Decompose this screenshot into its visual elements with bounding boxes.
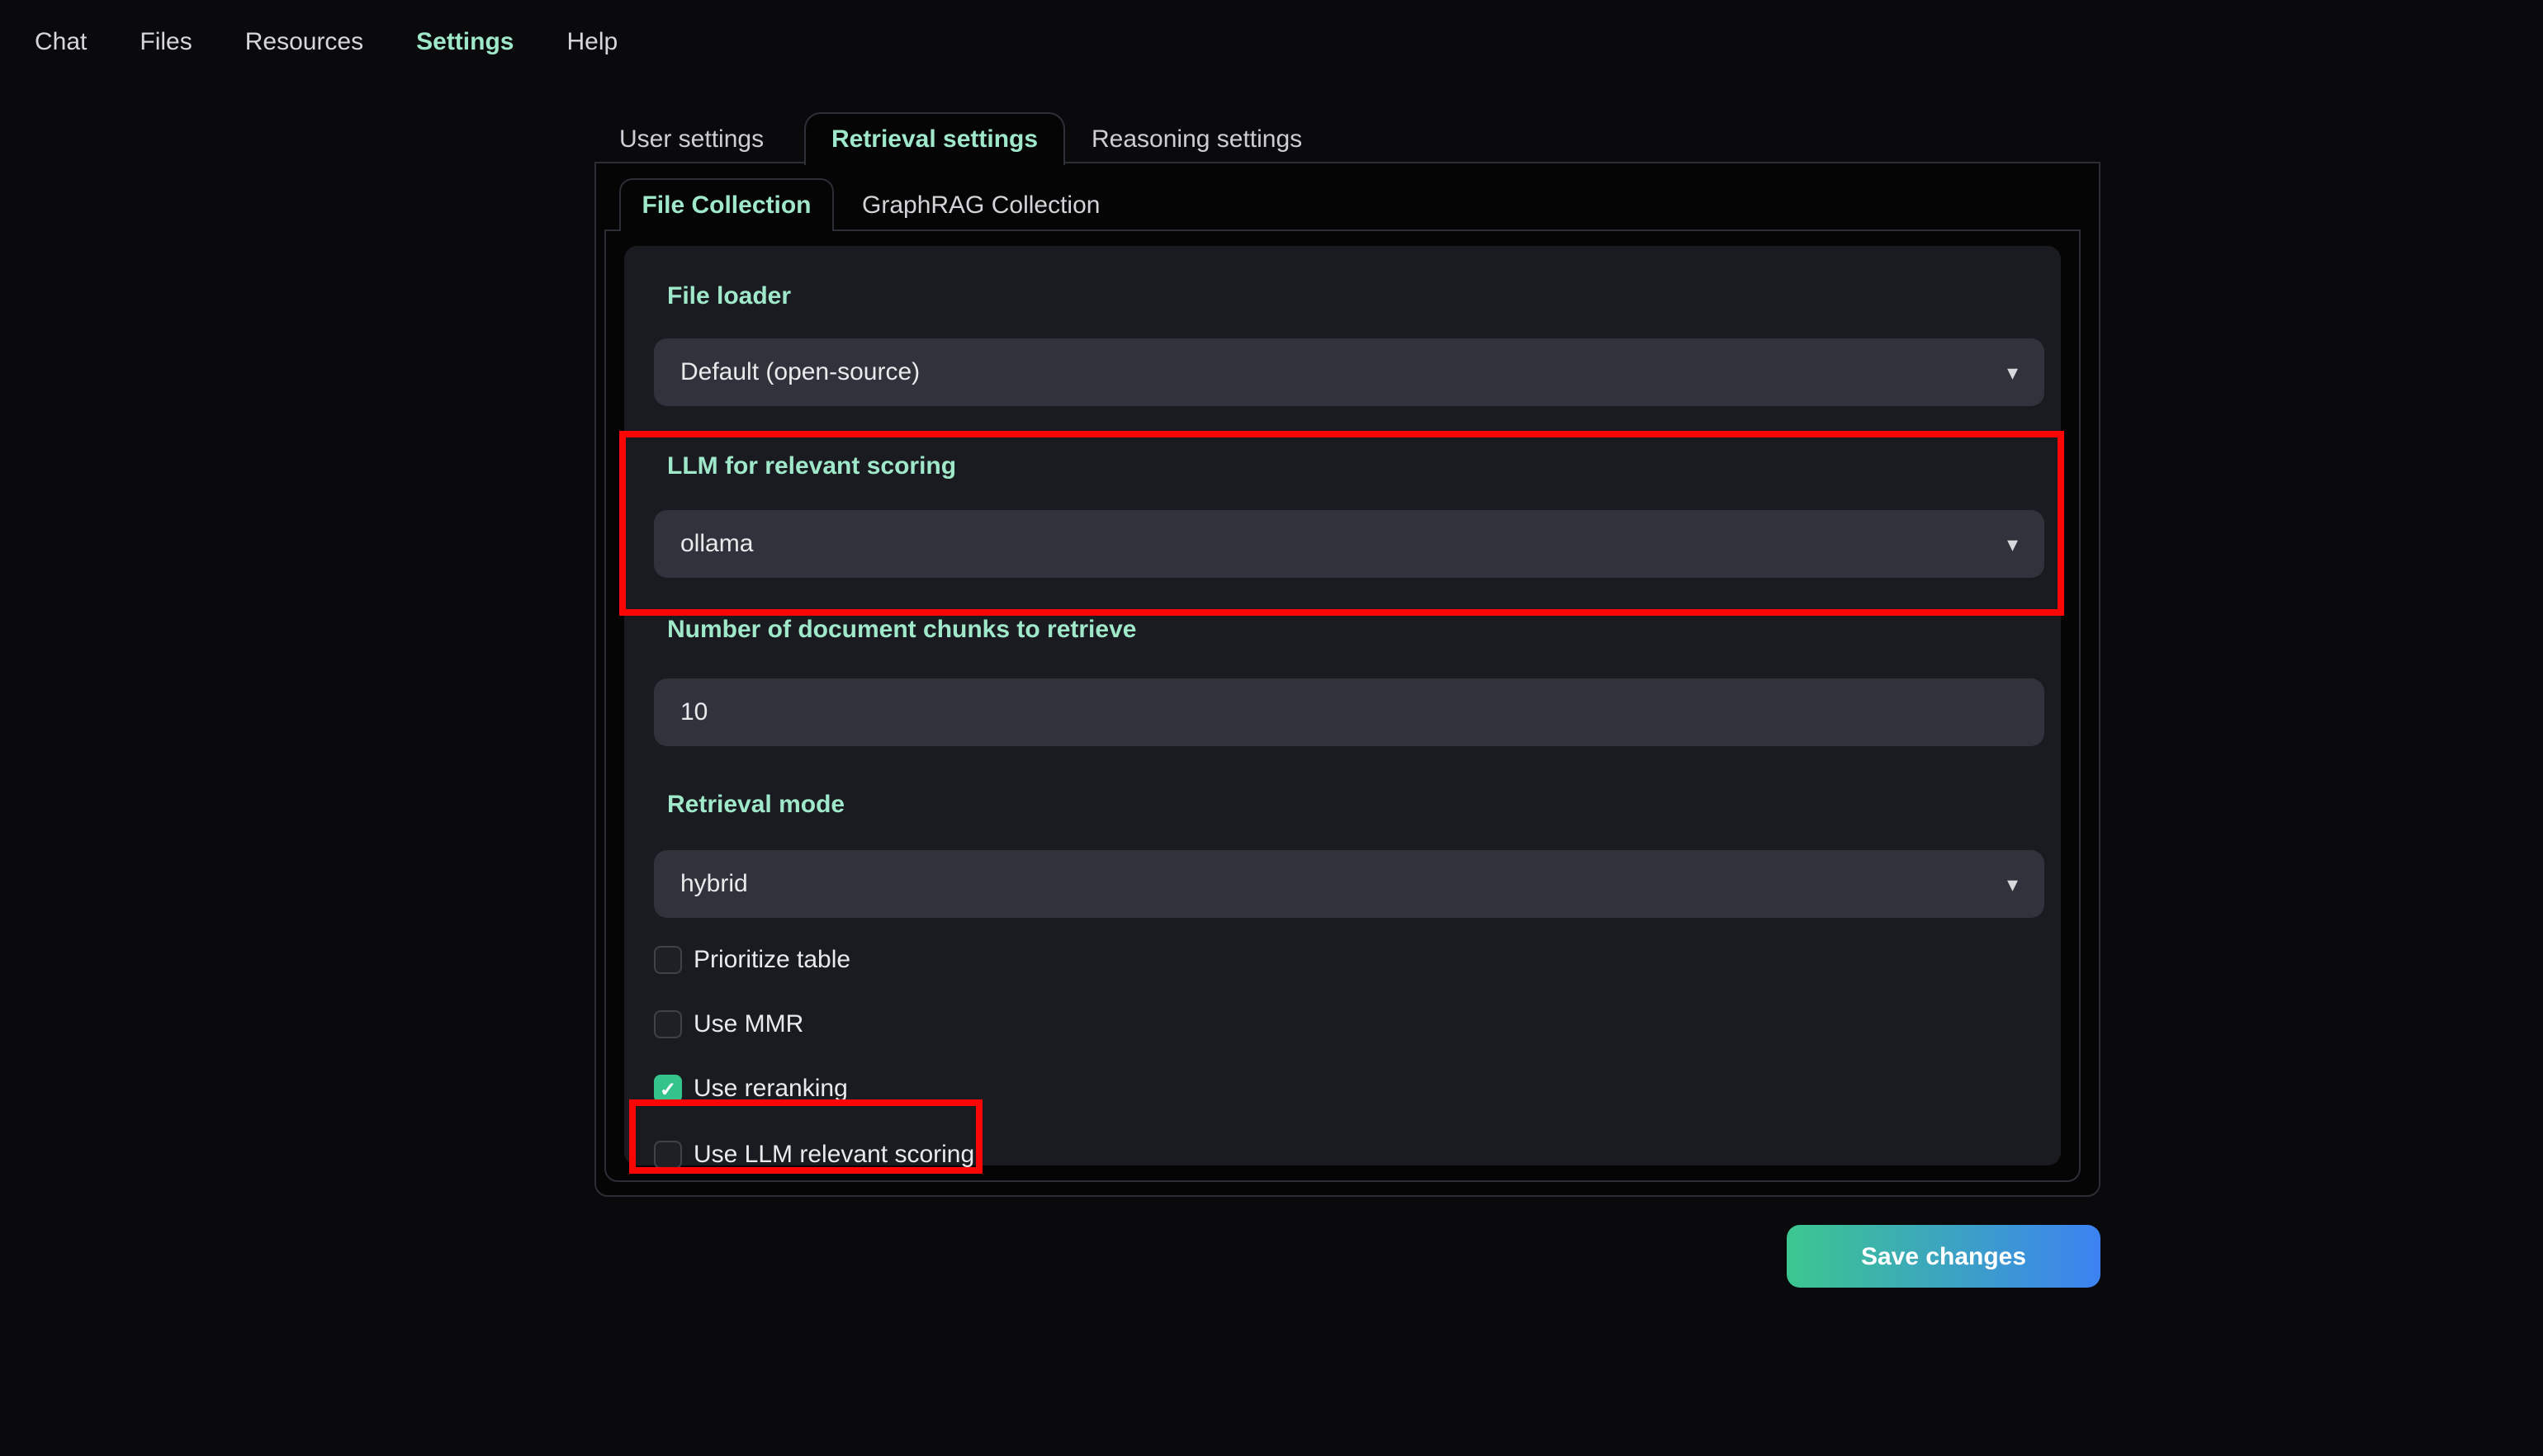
num-chunks-label: Number of document chunks to retrieve (667, 616, 1137, 644)
check-icon: ✓ (659, 1077, 677, 1100)
llm-scoring-dropdown[interactable]: ollama ▾ (654, 510, 2044, 578)
tab-user-settings[interactable]: User settings (619, 126, 764, 154)
prioritize-table-checkbox-row[interactable]: ✓ Prioritize table (654, 946, 850, 974)
settings-page: Chat Files Resources Settings Help User … (0, 0, 2543, 1456)
use-mmr-label: Use MMR (694, 1010, 804, 1038)
nav-item-resources[interactable]: Resources (245, 26, 363, 59)
retrieval-mode-dropdown[interactable]: hybrid ▾ (654, 850, 2044, 918)
prioritize-table-checkbox[interactable]: ✓ (654, 946, 682, 974)
tab-retrieval-settings-label: Retrieval settings (831, 125, 1039, 154)
nav-item-settings[interactable]: Settings (416, 26, 514, 59)
nav-item-files[interactable]: Files (140, 26, 192, 59)
use-llm-scoring-label: Use LLM relevant scoring (694, 1141, 975, 1169)
chevron-down-icon: ▾ (2006, 872, 2018, 896)
llm-scoring-value: ollama (680, 529, 754, 557)
use-reranking-checkbox-row[interactable]: ✓ Use reranking (654, 1075, 848, 1103)
use-reranking-label: Use reranking (694, 1075, 848, 1103)
nav-item-help[interactable]: Help (567, 26, 618, 59)
save-changes-button[interactable]: Save changes (1787, 1225, 2100, 1288)
use-mmr-checkbox-row[interactable]: ✓ Use MMR (654, 1010, 803, 1038)
tab-file-collection-label: File Collection (642, 191, 812, 220)
top-nav: Chat Files Resources Settings Help (35, 26, 618, 59)
use-mmr-checkbox[interactable]: ✓ (654, 1010, 682, 1038)
nav-item-chat[interactable]: Chat (35, 26, 87, 59)
tab-file-collection[interactable]: File Collection (619, 178, 834, 231)
retrieval-mode-label: Retrieval mode (667, 791, 845, 819)
file-loader-label: File loader (667, 282, 792, 310)
file-loader-value: Default (open-source) (680, 357, 921, 385)
tab-reasoning-settings[interactable]: Reasoning settings (1092, 126, 1302, 154)
num-chunks-input[interactable]: 10 (654, 678, 2044, 746)
tab-graphrag-collection[interactable]: GraphRAG Collection (862, 192, 1100, 220)
retrieval-mode-value: hybrid (680, 869, 748, 897)
use-reranking-checkbox[interactable]: ✓ (654, 1075, 682, 1103)
use-llm-scoring-checkbox-row[interactable]: ✓ Use LLM relevant scoring (654, 1141, 974, 1169)
num-chunks-value: 10 (680, 697, 708, 726)
use-llm-scoring-checkbox[interactable]: ✓ (654, 1141, 682, 1169)
file-loader-dropdown[interactable]: Default (open-source) ▾ (654, 338, 2044, 406)
tab-retrieval-settings[interactable]: Retrieval settings (804, 112, 1065, 165)
llm-scoring-label: LLM for relevant scoring (667, 452, 957, 480)
chevron-down-icon: ▾ (2006, 360, 2018, 385)
prioritize-table-label: Prioritize table (694, 946, 851, 974)
retrieval-settings-card: File loader Default (open-source) ▾ LLM … (624, 246, 2061, 1169)
chevron-down-icon: ▾ (2006, 532, 2018, 556)
